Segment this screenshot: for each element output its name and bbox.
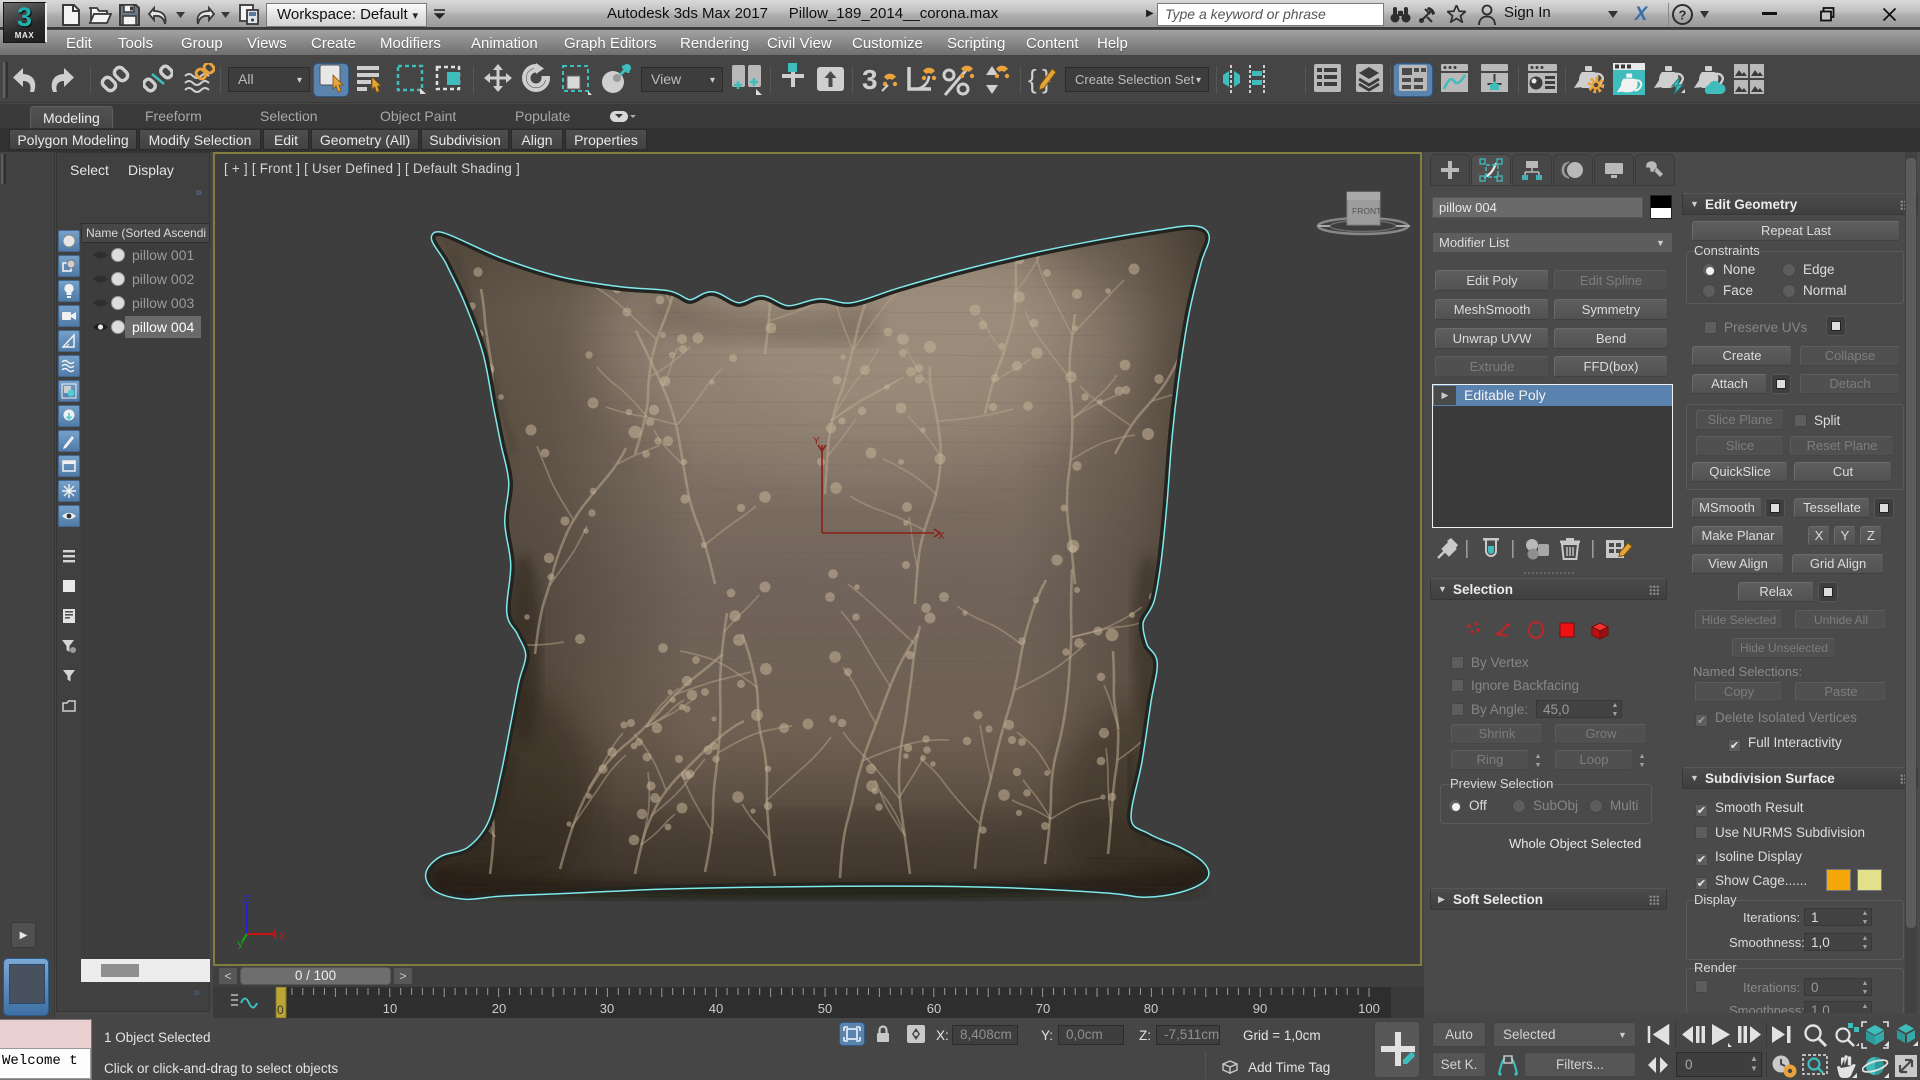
svg-text:FRONT: FRONT — [1352, 206, 1381, 216]
svg-text:{: { — [1028, 64, 1037, 94]
svg-text:30: 30 — [600, 1001, 614, 1016]
svg-text:Y: Y — [813, 436, 820, 447]
svg-text:10: 10 — [383, 1001, 397, 1016]
svg-text:20: 20 — [492, 1001, 506, 1016]
svg-text:Z: Z — [243, 895, 250, 907]
svg-text:40: 40 — [709, 1001, 723, 1016]
svg-text:70: 70 — [1036, 1001, 1050, 1016]
svg-text:50: 50 — [818, 1001, 832, 1016]
svg-text:y: y — [237, 939, 244, 949]
svg-text:90: 90 — [1253, 1001, 1267, 1016]
svg-text:0: 0 — [277, 1003, 284, 1017]
svg-text:?: ? — [1679, 8, 1687, 23]
svg-text:60: 60 — [927, 1001, 941, 1016]
svg-text:80: 80 — [1144, 1001, 1158, 1016]
svg-text:X: X — [938, 531, 945, 542]
svg-text:100: 100 — [1358, 1001, 1380, 1016]
svg-text:3: 3 — [862, 64, 878, 95]
svg-text:x: x — [279, 931, 286, 943]
